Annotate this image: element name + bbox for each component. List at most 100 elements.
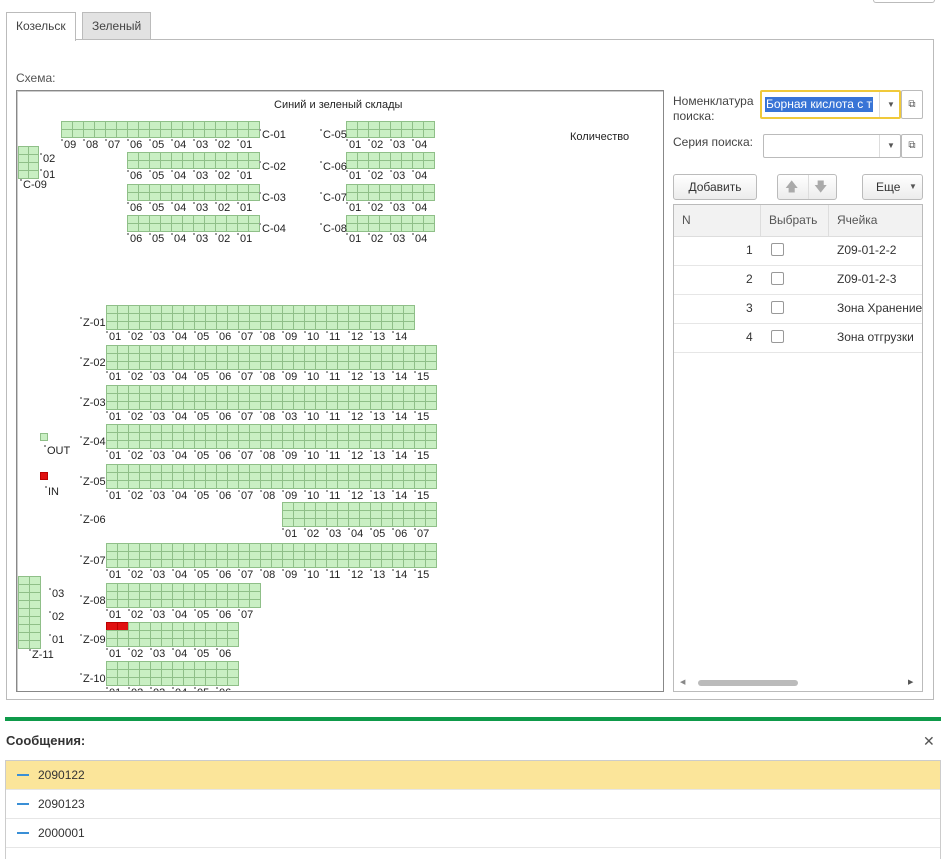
- bay-label: 07: [237, 331, 254, 343]
- storage-cell[interactable]: [29, 640, 41, 649]
- arrow-up-icon[interactable]: 🡅: [785, 175, 798, 199]
- block-label: С-05: [320, 129, 347, 141]
- series-label: Серия поиска:: [673, 135, 753, 149]
- block-label: Z-06: [80, 514, 106, 526]
- bay-label: 07: [237, 569, 254, 581]
- chevron-down-icon[interactable]: ▼: [879, 135, 902, 157]
- scroll-left-icon[interactable]: ◀: [680, 678, 685, 686]
- splitter-bar[interactable]: [5, 717, 941, 721]
- list-item[interactable]: 2090122: [6, 761, 940, 790]
- bay-label: 04: [411, 170, 428, 182]
- storage-cell[interactable]: [403, 321, 415, 330]
- bay-label: 03: [281, 411, 298, 423]
- bay-label: 06: [126, 139, 143, 151]
- storage-cell[interactable]: [425, 440, 437, 449]
- row-checkbox[interactable]: [771, 243, 784, 256]
- storage-cell[interactable]: [227, 677, 239, 686]
- more-button[interactable]: Еще ▼: [862, 174, 923, 200]
- column-n[interactable]: N: [674, 205, 761, 236]
- chevron-down-icon[interactable]: ▼: [879, 92, 902, 117]
- move-buttons[interactable]: 🡅 🡇: [777, 174, 837, 200]
- nomenclature-value[interactable]: Борная кислота с т: [765, 97, 874, 112]
- storage-cell[interactable]: [425, 361, 437, 370]
- bay-label: 06: [215, 569, 232, 581]
- scroll-right-icon[interactable]: ▶: [908, 678, 913, 686]
- storage-cell[interactable]: [425, 480, 437, 489]
- block-label: С-06: [320, 161, 347, 173]
- bay-label: 08: [259, 450, 276, 462]
- bay-label: 04: [171, 450, 188, 462]
- list-item[interactable]: [6, 848, 940, 859]
- list-item[interactable]: 2090123: [6, 790, 940, 819]
- message-text: 2090123: [38, 797, 85, 811]
- horizontal-scrollbar[interactable]: ◀ ▶: [674, 675, 922, 691]
- storage-cell[interactable]: [425, 401, 437, 410]
- row-number: 2: [746, 272, 753, 286]
- bay-label: 10: [303, 411, 320, 423]
- block-label: С-08: [320, 223, 347, 235]
- open-icon[interactable]: ⧉: [901, 134, 923, 158]
- storage-cell[interactable]: [28, 170, 39, 179]
- tab-kozelsk[interactable]: Козельск: [6, 12, 76, 41]
- bay-label: 03: [149, 371, 166, 383]
- in-marker[interactable]: [40, 472, 48, 480]
- storage-cell[interactable]: [249, 599, 261, 608]
- bay-label: 05: [193, 609, 210, 621]
- messages-list[interactable]: 2090122 2090123 2000001: [5, 760, 941, 859]
- bay-label: 03: [48, 588, 65, 600]
- close-icon[interactable]: ✕: [923, 733, 935, 750]
- row-checkbox[interactable]: [771, 272, 784, 285]
- series-combo[interactable]: ▼: [763, 134, 901, 158]
- bay-label: 04: [347, 528, 364, 540]
- row-number: 4: [746, 330, 753, 344]
- scrollbar-thumb[interactable]: [698, 680, 798, 686]
- storage-cell[interactable]: [227, 638, 239, 647]
- storage-cell[interactable]: [423, 160, 435, 169]
- column-select[interactable]: Выбрать: [761, 205, 829, 236]
- bay-label: 02: [214, 202, 231, 214]
- list-item[interactable]: 2000001: [6, 819, 940, 848]
- table-row[interactable]: 1 Z09-01-2-2: [674, 236, 922, 266]
- bay-label: 14: [391, 411, 408, 423]
- bay-label: 01: [105, 411, 122, 423]
- bay-label: 06: [126, 202, 143, 214]
- top-right-button-edge[interactable]: [873, 0, 935, 3]
- row-checkbox[interactable]: [771, 330, 784, 343]
- row-checkbox[interactable]: [771, 301, 784, 314]
- arrow-down-icon[interactable]: 🡇: [814, 175, 827, 199]
- storage-cell[interactable]: [423, 223, 435, 232]
- bay-label: 10: [303, 490, 320, 502]
- messages-title: Сообщения:: [6, 733, 86, 748]
- cells-table[interactable]: N Выбрать Ячейка 1 Z09-01-2-2 2 Z09-01-2…: [673, 204, 923, 692]
- bay-label: 12: [347, 371, 364, 383]
- bay-label: 02: [214, 170, 231, 182]
- bay-label: 06: [215, 411, 232, 423]
- bay-label: 05: [193, 450, 210, 462]
- bay-label: 08: [259, 569, 276, 581]
- storage-cell[interactable]: [425, 518, 437, 527]
- bay-label: 06: [215, 490, 232, 502]
- storage-cell[interactable]: [423, 192, 435, 201]
- add-button[interactable]: Добавить: [673, 174, 757, 200]
- tab-zeleny[interactable]: Зеленый: [82, 12, 152, 39]
- bay-label: 01: [105, 490, 122, 502]
- nomenclature-combo[interactable]: Борная кислота с т ▼: [760, 90, 901, 119]
- block-label: Z-07: [80, 555, 106, 567]
- storage-cell[interactable]: [423, 129, 435, 138]
- out-marker[interactable]: [40, 433, 48, 441]
- bay-label: 04: [170, 233, 187, 245]
- bay-label: 14: [391, 371, 408, 383]
- table-row[interactable]: 2 Z09-01-2-3: [674, 265, 922, 295]
- table-row[interactable]: 4 Зона отгрузки: [674, 323, 922, 353]
- bay-label: 05: [148, 139, 165, 151]
- table-row[interactable]: 3 Зона Хранение: [674, 294, 922, 324]
- block-label: Z-08: [80, 595, 106, 607]
- bay-label: 15: [413, 569, 430, 581]
- column-cell[interactable]: Ячейка: [829, 205, 922, 236]
- storage-cell[interactable]: [425, 559, 437, 568]
- bay-label: 02: [367, 139, 384, 151]
- bay-label: 04: [170, 202, 187, 214]
- warehouse-scheme[interactable]: Синий и зеленый склады Количество 09 08 07…: [16, 90, 664, 692]
- row-cell: Z09-01-2-3: [837, 272, 897, 286]
- open-icon[interactable]: ⧉: [901, 90, 923, 119]
